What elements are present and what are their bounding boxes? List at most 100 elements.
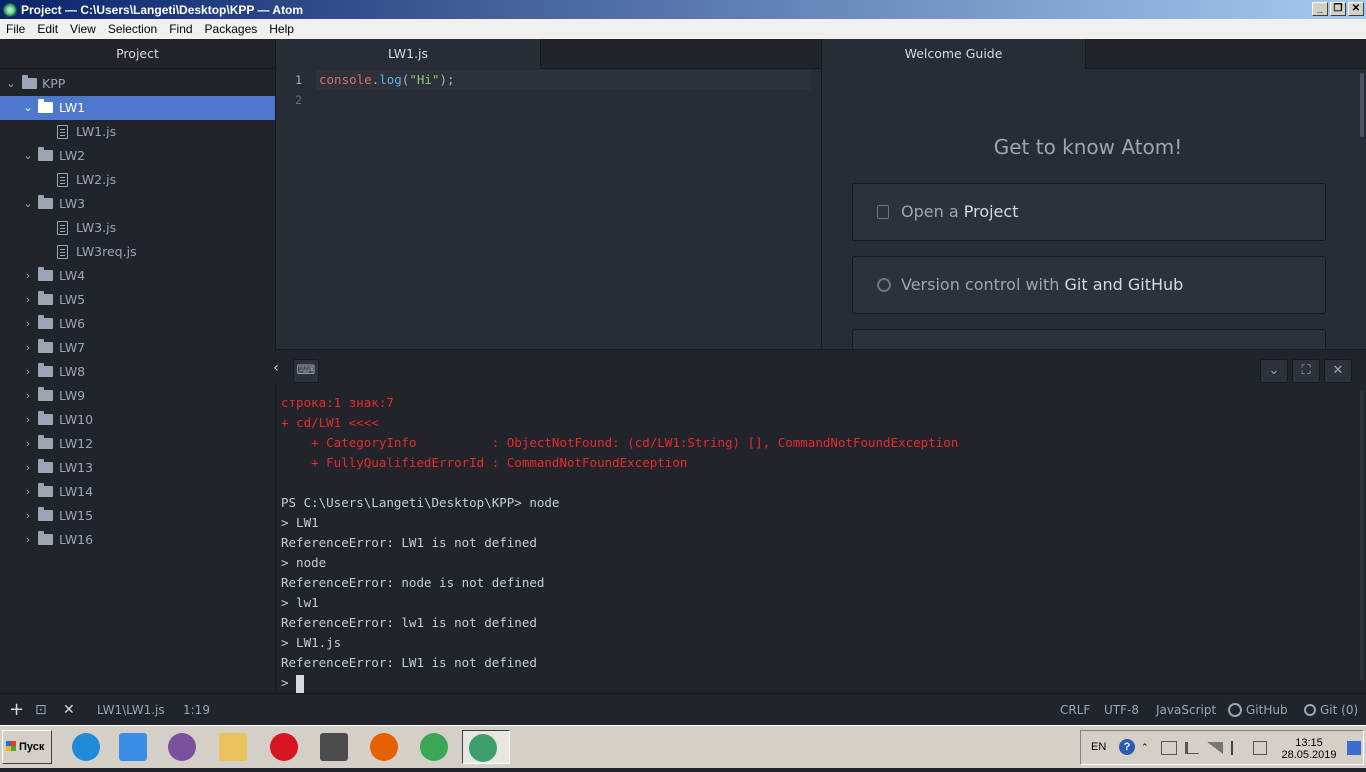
hide-terminal-button[interactable]: ⌄ xyxy=(1260,359,1288,383)
github-icon xyxy=(877,278,891,292)
tree-item-label: LW6 xyxy=(59,316,86,331)
terminal-line: ReferenceError: LW1 is not defined xyxy=(281,535,537,550)
file-encoding[interactable]: UTF-8 xyxy=(1104,694,1139,726)
maximize-terminal-button[interactable]: ⛶ xyxy=(1292,359,1320,383)
menu-help[interactable]: Help xyxy=(263,22,300,36)
taskbar-internet-explorer[interactable] xyxy=(66,730,106,764)
tree-item-lw1-js[interactable]: LW1.js xyxy=(0,120,275,144)
terminal-scrollbar[interactable] xyxy=(1360,390,1364,680)
terminal-line: ReferenceError: node is not defined xyxy=(281,575,545,590)
chevron-right-icon: › xyxy=(25,317,31,330)
chevron-down-icon: ⌄ xyxy=(23,197,33,210)
minimize-button[interactable]: _ xyxy=(1312,2,1328,16)
tree-item-label: LW13 xyxy=(59,460,94,475)
taskbar-atom[interactable] xyxy=(462,730,510,764)
project-panel-title[interactable]: Project xyxy=(0,39,275,69)
tree-item-lw7[interactable]: › LW7 xyxy=(0,336,275,360)
tree-item-lw12[interactable]: › LW12 xyxy=(0,432,275,456)
git-github-card[interactable]: Version control with Git and GitHub xyxy=(852,256,1326,314)
close-terminal-button[interactable]: ✕ xyxy=(1324,359,1352,383)
chevron-down-icon: ⌄ xyxy=(23,149,33,162)
git-panel-toggle[interactable]: Git (0) xyxy=(1320,694,1358,726)
card-text: Version control with xyxy=(901,275,1065,294)
menu-file[interactable]: File xyxy=(0,22,31,36)
open-project-card[interactable]: Open a Project xyxy=(852,183,1326,241)
terminal-prompt-line[interactable]: > xyxy=(281,673,1361,693)
add-terminal-icon[interactable]: + xyxy=(9,694,24,726)
terminal-output[interactable]: строка:1 знак:7 + cd/LW1 <<<< + CategoryI… xyxy=(281,393,1361,693)
terminal-list-icon[interactable]: ⊡ xyxy=(35,694,47,726)
editor-line[interactable]: 2 xyxy=(276,90,821,110)
internet-explorer-icon xyxy=(72,733,100,761)
menu-packages[interactable]: Packages xyxy=(199,22,264,36)
scrollbar-thumb[interactable] xyxy=(1360,73,1364,137)
cursor-position[interactable]: 1:19 xyxy=(183,694,210,726)
volume-icon[interactable] xyxy=(1185,742,1199,754)
restore-button[interactable]: ❐ xyxy=(1330,2,1346,16)
chevron-right-icon: › xyxy=(25,413,31,426)
tree-item-lw10[interactable]: › LW10 xyxy=(0,408,275,432)
menu-find[interactable]: Find xyxy=(163,22,198,36)
menu-selection[interactable]: Selection xyxy=(102,22,163,36)
signal-icon[interactable] xyxy=(1207,742,1223,754)
tree-item-lw14[interactable]: › LW14 xyxy=(0,480,275,504)
code-editor[interactable]: 1 console.log("Hi"); 2 xyxy=(276,69,821,349)
atom-app-icon xyxy=(3,2,17,17)
tree-item-lw13[interactable]: › LW13 xyxy=(0,456,275,480)
tree-item-lw15[interactable]: › LW15 xyxy=(0,504,275,528)
safely-remove-icon[interactable] xyxy=(1253,741,1267,755)
tree-item-lw3req-js[interactable]: LW3req.js xyxy=(0,240,275,264)
line-ending[interactable]: CRLF xyxy=(1060,694,1090,726)
tree-item-lw16[interactable]: › LW16 xyxy=(0,528,275,552)
tree-item-lw8[interactable]: › LW8 xyxy=(0,360,275,384)
grammar-selector[interactable]: JavaScript xyxy=(1156,694,1216,726)
tab-lw1-js[interactable]: LW1.js xyxy=(276,39,541,69)
editor-line[interactable]: 1 console.log("Hi"); xyxy=(276,70,821,90)
taskbar-sublime-text[interactable] xyxy=(314,730,354,764)
tree-item-lw6[interactable]: › LW6 xyxy=(0,312,275,336)
tree-item-lw2-js[interactable]: LW2.js xyxy=(0,168,275,192)
taskbar-firefox[interactable] xyxy=(364,730,404,764)
tray-chevron-icon[interactable]: ⌃ xyxy=(1141,731,1149,764)
tree-item-lw2[interactable]: ⌄ LW2 xyxy=(0,144,275,168)
tree-item-lw3-js[interactable]: LW3.js xyxy=(0,216,275,240)
menu-edit[interactable]: Edit xyxy=(31,22,64,36)
network-icon[interactable] xyxy=(1161,741,1177,755)
help-icon[interactable]: ? xyxy=(1119,739,1135,755)
taskbar-chrome[interactable] xyxy=(414,730,454,764)
line-number: 1 xyxy=(295,73,302,87)
language-indicator[interactable]: EN xyxy=(1091,731,1106,764)
card-text: Open a xyxy=(901,202,964,221)
tab-welcome-guide[interactable]: Welcome Guide xyxy=(822,39,1086,69)
menu-view[interactable]: View xyxy=(64,22,102,36)
folder-icon xyxy=(38,411,53,425)
file-icon xyxy=(57,125,68,139)
taskbar-media-player[interactable] xyxy=(113,730,153,764)
tree-item-lw3[interactable]: ⌄ LW3 xyxy=(0,192,275,216)
next-guide-card[interactable] xyxy=(852,329,1326,349)
code-text[interactable] xyxy=(316,90,811,110)
tree-item-lw5[interactable]: › LW5 xyxy=(0,288,275,312)
taskbar-opera[interactable] xyxy=(264,730,304,764)
tree-item-lw9[interactable]: › LW9 xyxy=(0,384,275,408)
tree-item-lw1[interactable]: ⌄ LW1 xyxy=(0,96,275,120)
show-desktop-icon[interactable] xyxy=(1347,741,1361,755)
flag-icon[interactable] xyxy=(1231,741,1245,755)
terminal-panel: ‹ ⌨ ⌄ ⛶ ✕ строка:1 знак:7 + cd/LW1 <<<< +… xyxy=(264,349,1366,693)
line-number: 2 xyxy=(295,93,302,107)
clock-date[interactable]: 28.05.2019 xyxy=(1279,739,1339,772)
tree-item-lw4[interactable]: › LW4 xyxy=(0,264,275,288)
start-button[interactable]: Пуск xyxy=(2,730,52,764)
tree-root-kpp[interactable]: ⌄ KPP xyxy=(0,72,275,96)
close-all-terminals-icon[interactable]: ✕ xyxy=(63,694,75,726)
close-window-button[interactable]: ✕ xyxy=(1348,2,1364,16)
taskbar-viber[interactable] xyxy=(162,730,202,764)
file-path[interactable]: LW1\LW1.js xyxy=(97,694,165,726)
collapse-panel-button[interactable]: ‹ xyxy=(264,352,288,384)
tree-item-label: LW9 xyxy=(59,388,86,403)
github-panel-toggle[interactable]: GitHub xyxy=(1246,694,1288,726)
taskbar-folder[interactable] xyxy=(213,730,253,764)
folder-icon xyxy=(38,99,53,113)
code-text[interactable]: console.log("Hi"); xyxy=(316,70,811,90)
keyboard-icon[interactable]: ⌨ xyxy=(293,359,319,383)
